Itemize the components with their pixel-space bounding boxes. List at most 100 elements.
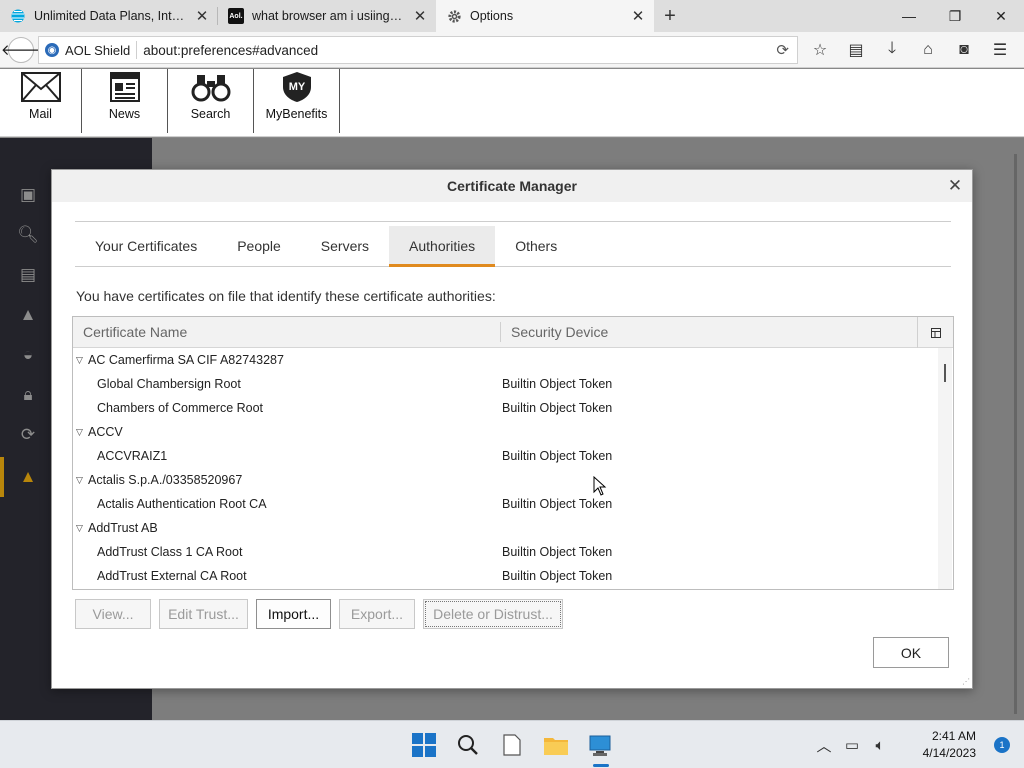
gear-icon — [446, 8, 462, 24]
new-tab-button[interactable]: + — [654, 0, 686, 32]
file-explorer-icon[interactable] — [540, 729, 572, 761]
taskbar-active-indicator — [593, 764, 609, 767]
browser-tab-options[interactable]: Options ✕ — [436, 0, 654, 32]
column-picker-icon[interactable] — [917, 317, 953, 348]
tree-certificate-row[interactable]: Global Chambersign Root Builtin Object T… — [73, 372, 937, 396]
network-monitor-icon[interactable]: ▭ — [838, 736, 866, 754]
aol-search-button[interactable]: Search — [168, 69, 254, 133]
navigation-bar: 🡐 ◉ AOL Shield about:preferences#advance… — [0, 32, 1024, 68]
row-certificate-name: AddTrust External CA Root — [97, 569, 247, 583]
tab-title: Unlimited Data Plans, Inte… — [34, 9, 186, 23]
clock-date: 4/14/2023 — [922, 746, 976, 760]
minimize-button[interactable]: — — [886, 0, 932, 32]
tab-close-icon[interactable]: ✕ — [630, 8, 646, 25]
windows-start-icon[interactable] — [408, 729, 440, 761]
tray-chevron-up-icon[interactable]: ︿ — [810, 735, 838, 756]
edit-trust-button[interactable]: Edit Trust... — [159, 599, 248, 629]
row-certificate-name: Actalis Authentication Root CA — [97, 497, 267, 511]
ok-button[interactable]: OK — [873, 637, 949, 668]
row-certificate-name: Global Chambersign Root — [97, 377, 241, 391]
toolbar-icons: ☆ ▤ 🡓 ⌂ ◙ ☰ — [802, 32, 1018, 68]
back-button[interactable]: 🡐 — [1, 36, 41, 63]
general-icon[interactable]: ▣ — [18, 185, 38, 205]
mouse-pointer-icon — [593, 476, 607, 496]
notification-badge[interactable]: 1 — [994, 737, 1010, 753]
tree-certificate-row[interactable]: ACCVRAIZ1 Builtin Object Token — [73, 444, 937, 468]
tree-scrollbar-thumb[interactable] — [944, 364, 946, 382]
security-lock-icon[interactable]: 🔒︎ — [18, 385, 38, 405]
network-app-icon[interactable] — [584, 729, 616, 761]
expand-chevron-icon[interactable]: ▽ — [76, 427, 88, 438]
mybenefits-badge-text: MY — [288, 81, 305, 93]
aol-news-button[interactable]: News — [82, 69, 168, 133]
reading-list-icon[interactable]: ▤ — [838, 40, 874, 60]
aol-mybenefits-label: MyBenefits — [265, 107, 328, 121]
window-close-button[interactable]: ✕ — [978, 0, 1024, 32]
expand-chevron-icon[interactable]: ▽ — [76, 355, 88, 366]
aol-mail-button[interactable]: Mail — [0, 69, 82, 133]
sync-icon[interactable]: ⟳ — [18, 425, 38, 445]
tree-certificate-row[interactable]: Actalis Authentication Root CA Builtin O… — [73, 492, 937, 516]
tree-certificate-row[interactable]: Chambers of Commerce Root Builtin Object… — [73, 396, 937, 420]
url-text[interactable]: about:preferences#advanced — [143, 43, 318, 58]
search-icon[interactable]: 🔍︎ — [17, 225, 39, 245]
import-button[interactable]: Import... — [256, 599, 331, 629]
address-bar[interactable]: ◉ AOL Shield about:preferences#advanced … — [38, 36, 798, 64]
view-button[interactable]: View... — [75, 599, 151, 629]
tab-close-icon[interactable]: ✕ — [194, 8, 210, 25]
aol-search-label: Search — [190, 107, 231, 121]
tree-scrollbar[interactable] — [938, 348, 952, 589]
expand-chevron-icon[interactable]: ▽ — [76, 523, 88, 534]
privacy-mask-icon[interactable]: ◒ — [18, 345, 38, 365]
column-header-certificate-name[interactable]: Certificate Name — [73, 322, 501, 342]
aol-mybenefits-button[interactable]: MY MyBenefits — [254, 69, 340, 133]
tree-group-row[interactable]: ▽ AddTrust AB — [73, 516, 937, 540]
taskbar-search-icon[interactable] — [452, 729, 484, 761]
browser-tab-bar: Unlimited Data Plans, Inte… ✕ Aol. what … — [0, 0, 1024, 32]
tab-authorities[interactable]: Authorities — [389, 226, 496, 267]
row-certificate-name: Chambers of Commerce Root — [97, 401, 264, 415]
binoculars-icon — [191, 71, 231, 103]
mybenefits-shield-icon: MY — [281, 71, 313, 103]
menu-hamburger-icon[interactable]: ☰ — [982, 40, 1018, 60]
tab-your-certificates[interactable]: Your Certificates — [75, 226, 217, 266]
tree-certificate-row[interactable]: AddTrust External CA Root Builtin Object… — [73, 564, 937, 588]
pocket-icon[interactable]: ◙ — [946, 41, 982, 59]
expand-chevron-icon[interactable]: ▽ — [76, 475, 88, 486]
content-icon[interactable]: ▤ — [18, 265, 38, 285]
advanced-wizard-hat-icon[interactable]: ▲ — [18, 467, 38, 487]
row-security-device: Builtin Object Token — [502, 545, 613, 559]
reload-icon[interactable]: ⟳ — [776, 41, 789, 59]
url-divider — [136, 41, 138, 59]
row-certificate-name: AC Camerfirma SA CIF A82743287 — [88, 353, 284, 367]
tab-close-icon[interactable]: ✕ — [412, 8, 428, 25]
taskbar-clock[interactable]: 2:41 AM 4/14/2023 — [894, 728, 984, 762]
tree-group-row[interactable]: ▽ ACCV — [73, 420, 937, 444]
system-tray: ︿ ▭ 🔈︎ 2:41 AM 4/14/2023 1 — [810, 721, 1024, 768]
dialog-close-icon[interactable]: ✕ — [944, 175, 966, 197]
browser-tab-aol[interactable]: Aol. what browser am i usiing … ✕ — [218, 0, 436, 32]
tree-certificate-row[interactable]: AddTrust Class 1 CA Root Builtin Object … — [73, 540, 937, 564]
resize-grip-icon[interactable]: ⋰ — [962, 677, 970, 686]
file-icon[interactable] — [496, 729, 528, 761]
tab-others[interactable]: Others — [495, 226, 577, 266]
maximize-button[interactable]: ❐ — [932, 0, 978, 32]
export-button[interactable]: Export... — [339, 599, 415, 629]
delete-or-distrust-button[interactable]: Delete or Distrust... — [423, 599, 563, 629]
sidebar-active-indicator — [0, 457, 4, 497]
certificate-action-buttons: View... Edit Trust... Import... Export..… — [75, 599, 563, 629]
bookmark-star-icon[interactable]: ☆ — [802, 40, 838, 60]
browser-tab-att[interactable]: Unlimited Data Plans, Inte… ✕ — [0, 0, 218, 32]
tree-group-row[interactable]: ▽ AC Camerfirma SA CIF A82743287 — [73, 348, 937, 372]
column-header-security-device[interactable]: Security Device — [501, 322, 953, 342]
volume-icon[interactable]: 🔈︎ — [866, 737, 894, 754]
page-scrollbar[interactable] — [1014, 154, 1017, 714]
download-icon[interactable]: 🡓 — [874, 37, 910, 64]
tab-servers[interactable]: Servers — [301, 226, 389, 266]
certificate-manager-dialog: Certificate Manager ✕ Your Certificates … — [51, 169, 973, 689]
row-certificate-name: ACCVRAIZ1 — [97, 449, 168, 463]
home-icon[interactable]: ⌂ — [910, 41, 946, 59]
applications-icon[interactable]: ▲ — [18, 305, 38, 325]
tree-group-row[interactable]: ▽ Actalis S.p.A./03358520967 — [73, 468, 937, 492]
tab-people[interactable]: People — [217, 226, 301, 266]
